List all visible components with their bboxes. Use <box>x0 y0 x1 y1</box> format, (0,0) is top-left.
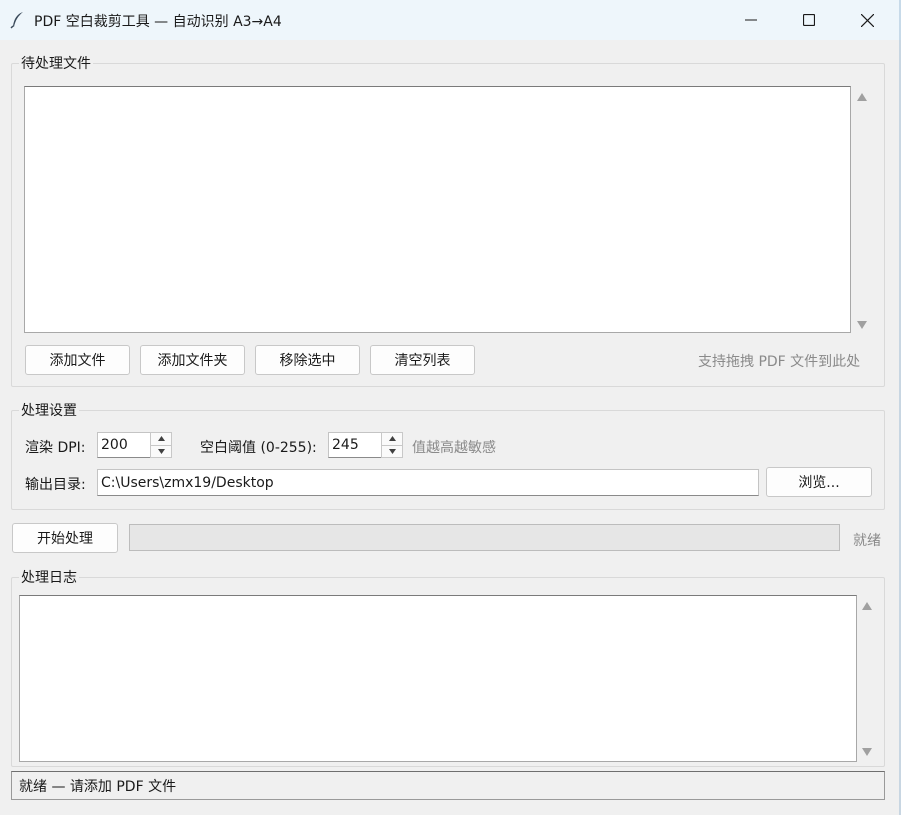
spin-down-icon <box>388 448 396 454</box>
close-button[interactable] <box>838 0 896 40</box>
threshold-spinbox-buttons <box>381 432 403 458</box>
dpi-spinbox-buttons <box>150 432 172 458</box>
close-icon <box>860 13 874 27</box>
threshold-label: 空白阈值 (0-255): <box>200 440 317 456</box>
minimize-button[interactable] <box>722 0 780 40</box>
progress-bar <box>129 524 840 551</box>
status-bar: 就绪 — 请添加 PDF 文件 <box>11 771 885 800</box>
dpi-label: 渲染 DPI: <box>25 440 86 456</box>
maximize-icon <box>803 14 815 26</box>
threshold-decrement-button[interactable] <box>381 445 403 458</box>
spin-up-icon <box>388 436 396 442</box>
files-group-label: 待处理文件 <box>19 53 93 73</box>
file-list-scroll-up[interactable] <box>855 90 869 104</box>
drag-drop-hint: 支持拖拽 PDF 文件到此处 <box>698 354 861 370</box>
file-listbox[interactable] <box>24 86 851 333</box>
browse-button[interactable]: 浏览... <box>766 467 872 497</box>
spin-up-icon <box>157 436 165 442</box>
triangle-down-icon <box>862 748 872 756</box>
minimize-icon <box>745 19 757 21</box>
threshold-hint: 值越高越敏感 <box>412 440 496 456</box>
start-process-button[interactable]: 开始处理 <box>12 523 118 553</box>
spin-down-icon <box>157 448 165 454</box>
settings-group-label: 处理设置 <box>19 400 79 420</box>
triangle-up-icon <box>857 93 867 101</box>
triangle-up-icon <box>862 602 872 610</box>
remove-selected-button[interactable]: 移除选中 <box>255 345 360 375</box>
output-dir-input[interactable]: C:\Users\zmx19/Desktop <box>97 469 759 496</box>
log-textarea[interactable] <box>19 595 857 762</box>
dpi-decrement-button[interactable] <box>150 445 172 458</box>
maximize-button[interactable] <box>780 0 838 40</box>
file-list-scroll-down[interactable] <box>855 318 869 332</box>
threshold-spinbox-input[interactable]: 245 <box>328 432 382 458</box>
add-file-button[interactable]: 添加文件 <box>25 345 130 375</box>
feather-icon <box>10 11 26 29</box>
window-title: PDF 空白裁剪工具 — 自动识别 A3→A4 <box>34 14 282 30</box>
process-status: 就绪 <box>853 533 881 549</box>
log-group-label: 处理日志 <box>19 567 79 587</box>
dpi-spinbox-input[interactable]: 200 <box>97 432 151 458</box>
add-folder-button[interactable]: 添加文件夹 <box>140 345 245 375</box>
clear-list-button[interactable]: 清空列表 <box>370 345 475 375</box>
threshold-increment-button[interactable] <box>381 432 403 446</box>
output-dir-label: 输出目录: <box>25 477 86 493</box>
triangle-down-icon <box>857 321 867 329</box>
log-scroll-up[interactable] <box>860 599 874 613</box>
dpi-increment-button[interactable] <box>150 432 172 446</box>
log-scroll-down[interactable] <box>860 745 874 759</box>
